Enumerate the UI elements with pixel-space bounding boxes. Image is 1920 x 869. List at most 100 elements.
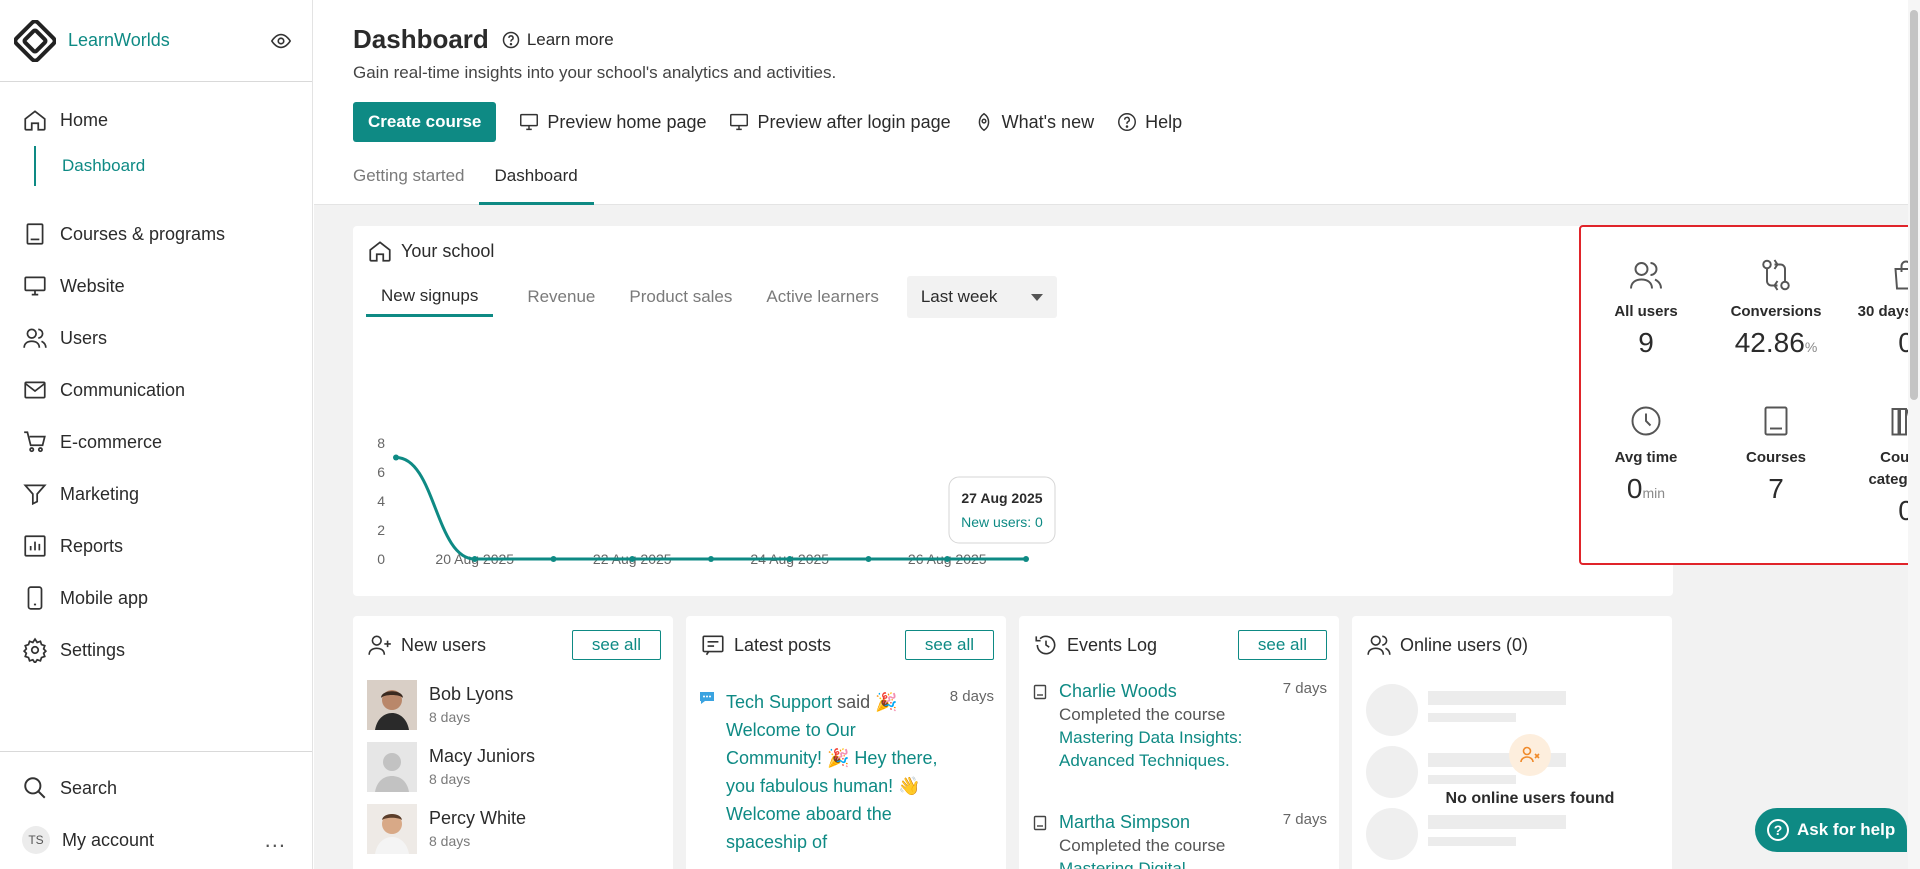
scrollbar-thumb[interactable] xyxy=(1910,10,1918,400)
list-item[interactable]: Macy Juniors 8 days xyxy=(367,742,535,792)
events-log-see-all-button[interactable]: see all xyxy=(1237,630,1327,660)
sidebar-item-settings[interactable]: Settings xyxy=(0,624,312,676)
event-time: 7 days xyxy=(1282,680,1327,697)
sidebar-item-label: Marketing xyxy=(60,483,140,504)
online-users-title: Online users (0) xyxy=(1366,632,1528,658)
user-photo xyxy=(367,680,417,730)
sidebar-item-website[interactable]: Website xyxy=(0,260,312,312)
sidebar-item-search[interactable]: Search xyxy=(0,762,312,814)
list-item[interactable]: Percy White 8 days xyxy=(367,804,526,854)
learn-more-label: Learn more xyxy=(526,29,614,49)
sidebar-item-label: My account xyxy=(62,829,155,850)
event-user[interactable]: Charlie Woods xyxy=(1059,680,1269,703)
new-users-label: New users xyxy=(401,634,487,655)
brand-name[interactable]: LearnWorlds xyxy=(68,30,170,51)
preview-home-page-button[interactable]: Preview home page xyxy=(518,111,706,133)
sidebar-item-mobile-app[interactable]: Mobile app xyxy=(0,572,312,624)
book-icon xyxy=(26,223,44,245)
events-log-label: Events Log xyxy=(1067,634,1158,655)
funnel-icon xyxy=(23,484,47,506)
your-school-card: Your school New signups Revenue Product … xyxy=(353,226,1673,596)
post-text[interactable]: 🎉 Welcome to Our Community! 🎉 Hey there,… xyxy=(726,692,937,852)
stat-label: Avg time xyxy=(1614,449,1678,466)
no-online-users-message: No online users found xyxy=(1430,734,1630,808)
new-users-card: New users see all Bob Lyons 8 days Macy … xyxy=(353,616,673,869)
event-item[interactable]: Charlie Woods Completed the course Maste… xyxy=(1031,680,1327,772)
new-users-see-all-button[interactable]: see all xyxy=(571,630,661,660)
latest-posts-see-all-button[interactable]: see all xyxy=(904,630,994,660)
post-author[interactable]: Tech Support xyxy=(726,692,832,712)
ask-for-help-button[interactable]: ? Ask for help xyxy=(1755,808,1907,852)
help-circle-icon xyxy=(1118,113,1137,131)
sidebar-item-users[interactable]: Users xyxy=(0,312,312,364)
tooltip-value: New users: 0 xyxy=(961,514,1043,530)
preview-after-login-button[interactable]: Preview after login page xyxy=(728,111,951,133)
sidebar-item-marketing[interactable]: Marketing xyxy=(0,468,312,520)
data-point[interactable] xyxy=(865,556,872,562)
posts-icon xyxy=(702,635,724,656)
preview-home-page-label: Preview home page xyxy=(547,111,707,132)
tab-dashboard[interactable]: Dashboard xyxy=(478,158,594,205)
learn-more-link[interactable]: Learn more xyxy=(501,30,614,50)
events-log-title: Events Log xyxy=(1033,632,1157,658)
event-course-link[interactable]: Mastering Data Insights: Advanced Techni… xyxy=(1059,726,1269,772)
data-point[interactable] xyxy=(944,556,951,562)
data-point[interactable] xyxy=(708,556,714,562)
new-signups-chart: 0246820 Aug 2025 22 Aug 2025 24 Aug 2025 26… xyxy=(377,435,1056,567)
y-tick-label: 6 xyxy=(377,464,385,480)
page-scrollbar[interactable] xyxy=(1908,0,1920,869)
help-button[interactable]: Help xyxy=(1116,111,1182,133)
sidebar-item-communication[interactable]: Communication xyxy=(0,364,312,416)
sidebar-item-courses[interactable]: Courses & programs xyxy=(0,208,312,260)
latest-posts-card: Latest posts see all Tech Support said 🎉… xyxy=(686,616,1006,869)
data-point[interactable] xyxy=(393,454,399,461)
page-tabs: Getting started Dashboard xyxy=(353,158,624,205)
sidebar-nav: Home Dashboard Courses & programs Websit… xyxy=(0,82,312,676)
help-label: Help xyxy=(1145,111,1183,132)
chat-bubble-icon xyxy=(700,692,714,704)
whats-new-button[interactable]: What's new xyxy=(973,111,1094,133)
data-point[interactable] xyxy=(471,556,478,562)
event-user[interactable]: Martha Simpson xyxy=(1059,811,1269,834)
tab-getting-started[interactable]: Getting started xyxy=(353,158,465,205)
sidebar-item-home[interactable]: Home xyxy=(0,94,312,146)
cart-icon xyxy=(24,431,46,453)
data-point[interactable] xyxy=(629,556,636,562)
stat-all-users[interactable]: All users 9 xyxy=(1581,257,1711,359)
sidebar-item-label: Users xyxy=(60,327,108,348)
chart-tooltip: 27 Aug 2025 New users: 0 xyxy=(948,476,1056,544)
create-course-button[interactable]: Create course xyxy=(353,102,497,142)
stat-avg-time[interactable]: Avg time 0min xyxy=(1581,403,1711,505)
online-users-label: Online users (0) xyxy=(1400,634,1529,655)
sidebar-item-label: Settings xyxy=(60,639,126,660)
event-item[interactable]: Martha Simpson Completed the course Mast… xyxy=(1031,811,1327,869)
sidebar-item-label: Reports xyxy=(60,535,124,556)
eye-icon[interactable] xyxy=(270,30,292,52)
y-tick-label: 4 xyxy=(377,493,385,509)
sidebar-item-my-account[interactable]: TS My account ... xyxy=(0,814,312,866)
data-point[interactable] xyxy=(786,556,793,562)
list-item[interactable]: Bob Lyons 8 days xyxy=(367,680,513,730)
sidebar-item-dashboard[interactable]: Dashboard xyxy=(34,146,312,186)
learnworlds-logo-icon[interactable] xyxy=(14,19,56,62)
users-icon xyxy=(1630,262,1662,289)
post-item[interactable]: Tech Support said 🎉 Welcome to Our Commu… xyxy=(698,688,994,856)
stat-value: 0min xyxy=(1626,473,1666,504)
event-course-link[interactable]: Mastering Digital xyxy=(1059,857,1269,869)
placeholder-row xyxy=(1366,808,1566,860)
user-time: 8 days xyxy=(429,833,471,849)
user-x-icon xyxy=(1509,734,1551,776)
data-point[interactable] xyxy=(550,556,557,562)
placeholder-row xyxy=(1366,684,1566,736)
sidebar-item-reports[interactable]: Reports xyxy=(0,520,312,572)
stat-value: 7 xyxy=(1768,473,1784,504)
stat-conversions[interactable]: Conversions 42.86% xyxy=(1711,257,1841,359)
event-action: Completed the course xyxy=(1059,705,1226,724)
more-options-button[interactable]: ... xyxy=(265,827,286,853)
sidebar-item-ecommerce[interactable]: E-commerce xyxy=(0,416,312,468)
stat-value: 42.86% xyxy=(1734,327,1818,358)
data-point[interactable] xyxy=(1023,556,1029,562)
stat-courses[interactable]: Courses 7 xyxy=(1711,403,1841,505)
whats-new-label: What's new xyxy=(1001,111,1095,132)
clock-icon xyxy=(1631,406,1661,436)
